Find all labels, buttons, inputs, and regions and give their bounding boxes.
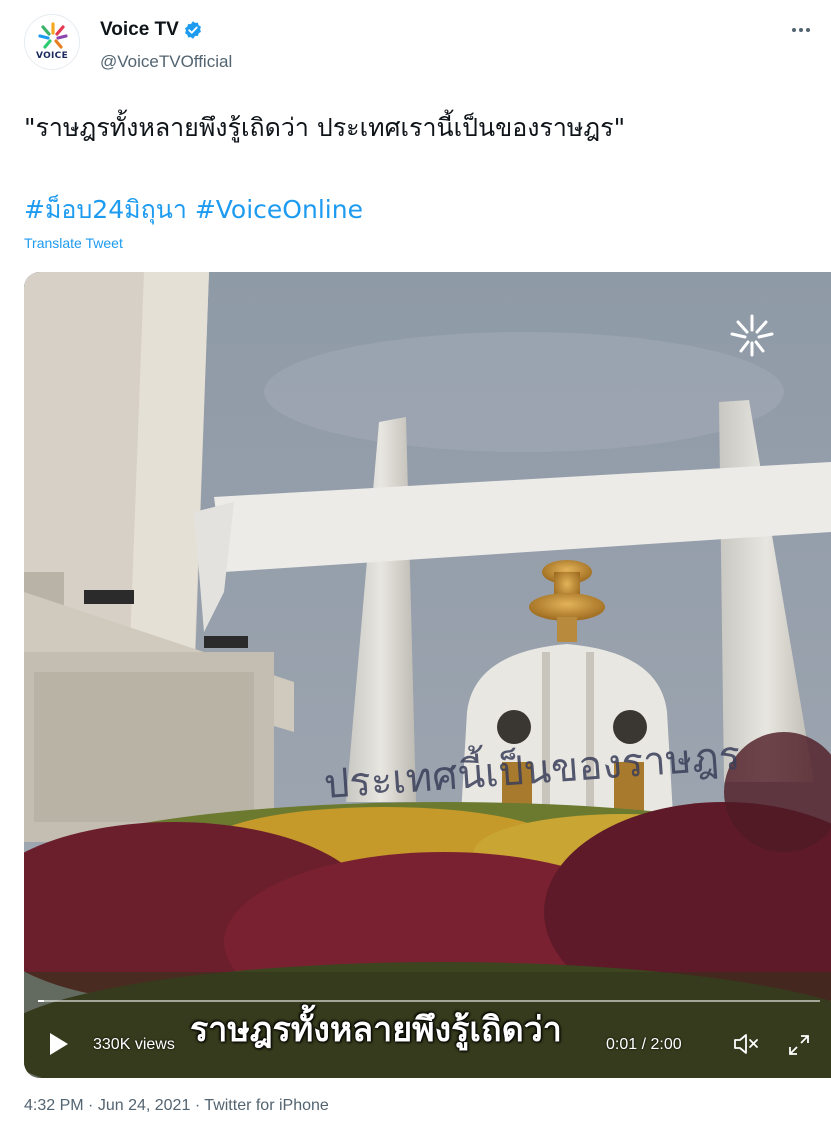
avatar-label: VOICE xyxy=(35,51,69,61)
video-frame xyxy=(24,272,831,1078)
hashtag-row: #ม็อบ24มิถุนา #VoiceOnline xyxy=(24,190,363,230)
progress-fill xyxy=(38,1000,45,1002)
translate-tweet-link[interactable]: Translate Tweet xyxy=(24,235,123,251)
display-name[interactable]: Voice TV xyxy=(100,19,179,41)
tweet-text: "ราษฎรทั้งหลายพึงรู้เถิดว่า ประเทศเรานี้… xyxy=(24,113,626,142)
tweet-source[interactable]: Twitter for iPhone xyxy=(204,1097,329,1114)
video-subtitle: ราษฎรทั้งหลายพึงรู้เถิดว่า xyxy=(190,1010,562,1050)
more-options-icon[interactable] xyxy=(789,18,813,42)
video-time: 0:01 / 2:00 xyxy=(606,1036,682,1053)
tweet-card: VOICE Voice TV @VoiceTVOfficial "ราษฎรทั… xyxy=(0,0,831,1130)
meta-separator: · xyxy=(88,1097,94,1114)
meta-separator: · xyxy=(194,1097,201,1114)
avatar[interactable]: VOICE xyxy=(24,14,80,70)
verified-badge-icon xyxy=(184,21,201,39)
name-row: Voice TV xyxy=(100,18,203,42)
fullscreen-icon[interactable] xyxy=(786,1032,812,1058)
tweet-time[interactable]: 4:32 PM xyxy=(24,1097,84,1114)
hashtag-link[interactable]: #ม็อบ24มิถุนา xyxy=(24,195,187,224)
user-handle[interactable]: @VoiceTVOfficial xyxy=(100,52,232,72)
play-icon[interactable] xyxy=(44,1030,72,1058)
video-player[interactable]: ประเทศนี้เป็นของราษฎร ราษฎรทั้งหลายพึงรู… xyxy=(24,272,831,1078)
progress-bar[interactable] xyxy=(38,1000,820,1002)
muted-speaker-icon[interactable] xyxy=(732,1032,760,1056)
hashtag-link[interactable]: #VoiceOnline xyxy=(195,195,363,224)
view-count: 330K views xyxy=(93,1036,175,1053)
tweet-date[interactable]: Jun 24, 2021 xyxy=(98,1097,191,1114)
tweet-meta: 4:32 PM · Jun 24, 2021 · Twitter for iPh… xyxy=(24,1097,329,1115)
voice-logo-icon xyxy=(38,22,68,49)
voice-logo-icon xyxy=(730,314,774,357)
